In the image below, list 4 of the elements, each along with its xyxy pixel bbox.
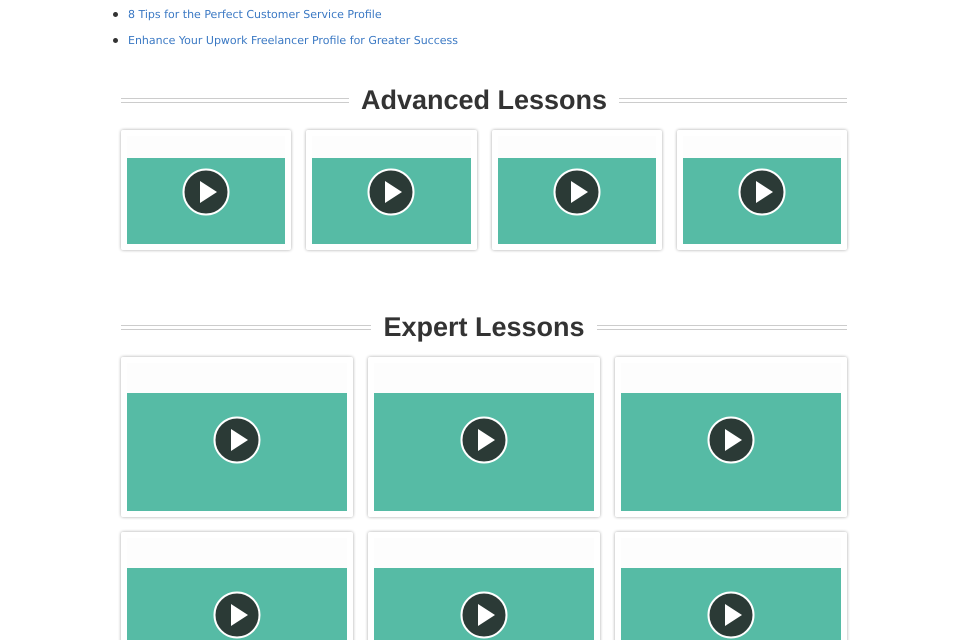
article-link[interactable]: Enhance Your Upwork Freelancer Profile for Greater Success xyxy=(128,34,458,47)
article-link[interactable]: 8 Tips for the Perfect Customer Service Profile xyxy=(128,8,382,21)
section-heading: Expert Lessons xyxy=(383,312,585,343)
section-heading: Advanced Lessons xyxy=(360,85,608,116)
